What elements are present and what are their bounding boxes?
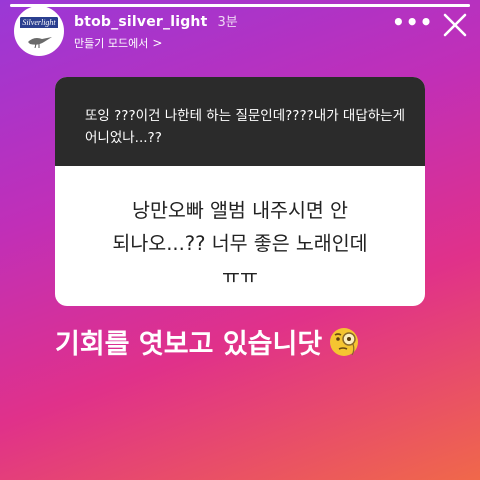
more-options-icon[interactable]: •••	[392, 10, 433, 34]
story-meta: btob_silver_light 3분 만들기 모드에서 >	[74, 11, 238, 51]
avatar-logo-text: Silverlight	[20, 17, 58, 28]
post-time: 3분	[217, 15, 238, 30]
avatar[interactable]: Silverlight	[14, 6, 64, 56]
answer-line-2: 되나오...?? 너무 좋은 노래인데	[112, 232, 368, 255]
story-header: Silverlight btob_silver_light 3분 만들기 모드에…	[14, 6, 238, 56]
bird-icon	[28, 37, 52, 48]
answer-text: 낭만오빠 앨범 내주시면 안 되나오...?? 너무 좋은 노래인데 ㅠㅠ	[55, 166, 425, 306]
username[interactable]: btob_silver_light	[74, 14, 208, 30]
question-card: 또잉 ???이건 나한테 하는 질문인데????내가 대답하는게 어니었나...…	[55, 77, 425, 306]
question-text: 또잉 ???이건 나한테 하는 질문인데????내가 대답하는게 어니었나...…	[55, 77, 425, 166]
answer-line-1: 낭만오빠 앨범 내주시면 안	[132, 199, 348, 222]
create-mode-label: 만들기 모드에서	[74, 37, 149, 50]
answer-line-3: ㅠㅠ	[222, 265, 258, 288]
face-with-monocle-icon	[330, 327, 359, 356]
story-caption: 기회를 엿보고 있습니닷	[55, 322, 360, 361]
chevron-right-icon: >	[152, 36, 163, 50]
create-mode-link[interactable]: 만들기 모드에서 >	[74, 35, 238, 51]
name-row: btob_silver_light 3분	[74, 11, 238, 30]
close-icon[interactable]	[440, 10, 470, 40]
caption-text: 기회를 엿보고 있습니닷	[55, 329, 323, 360]
